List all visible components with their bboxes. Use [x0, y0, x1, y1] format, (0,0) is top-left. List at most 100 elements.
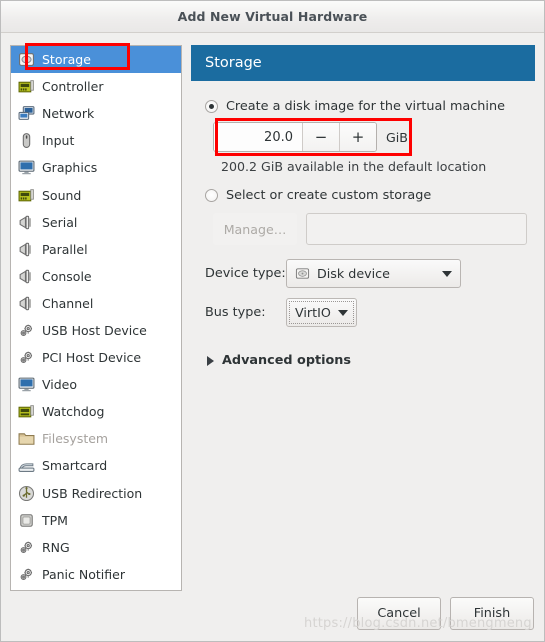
- sidebar-item-pci-host-device[interactable]: PCI Host Device: [11, 344, 181, 371]
- sidebar-item-watchdog[interactable]: Watchdog: [11, 398, 181, 425]
- plug-icon: [18, 241, 35, 258]
- dialog-content: Storage Controller Network Input Graphics Sou…: [1, 33, 544, 641]
- sidebar-item-rng[interactable]: RNG: [11, 534, 181, 561]
- sidebar-item-label: Graphics: [42, 160, 98, 176]
- sidebar-item-network[interactable]: Network: [11, 100, 181, 127]
- advanced-options-label: Advanced options: [222, 353, 352, 368]
- sidebar-item-label: USB Redirection: [42, 485, 143, 501]
- disk-icon: [18, 51, 35, 68]
- panel-header: Storage: [191, 45, 535, 81]
- disk-size-value[interactable]: 20.0: [214, 123, 302, 151]
- sidebar-item-serial[interactable]: Serial: [11, 209, 181, 236]
- finish-button[interactable]: Finish: [450, 597, 534, 630]
- sidebar-item-label: Parallel: [42, 241, 88, 257]
- monitor-icon: [18, 159, 35, 176]
- sidebar-item-label: USB Host Device: [42, 322, 147, 338]
- disk-size-increment-button[interactable]: +: [339, 123, 376, 151]
- usb-icon: [18, 485, 35, 502]
- storage-path-input[interactable]: [306, 213, 527, 245]
- advanced-options-expander[interactable]: Advanced options: [207, 353, 535, 368]
- controller-card-icon: [18, 78, 35, 95]
- radio-create-disk-image-label: Create a disk image for the virtual mach…: [226, 99, 505, 114]
- chevron-right-icon: [207, 355, 214, 366]
- folder-icon: [18, 430, 35, 447]
- plug-icon: [18, 268, 35, 285]
- sidebar-item-label: Filesystem: [42, 431, 109, 447]
- sidebar-item-label: TPM: [42, 512, 68, 528]
- sidebar-item-console[interactable]: Console: [11, 263, 181, 290]
- storage-panel: Storage Create a disk image for the virt…: [191, 45, 535, 368]
- sidebar-item-usb-host-device[interactable]: USB Host Device: [11, 317, 181, 344]
- bus-type-label: Bus type:: [205, 305, 266, 320]
- sidebar-item-tpm[interactable]: TPM: [11, 507, 181, 534]
- radio-custom-storage[interactable]: Select or create custom storage: [205, 188, 535, 203]
- sidebar-item-sound[interactable]: Sound: [11, 181, 181, 208]
- sidebar-item-graphics[interactable]: Graphics: [11, 154, 181, 181]
- available-space-label: 200.2 GiB available in the default locat…: [221, 159, 487, 174]
- chevron-down-icon: [442, 270, 452, 277]
- sidebar-item-video[interactable]: Video: [11, 371, 181, 398]
- panel-body: Create a disk image for the virtual mach…: [191, 81, 535, 368]
- sidebar-item-label: Console: [42, 268, 92, 284]
- monitor-icon: [18, 376, 35, 393]
- sidebar-item-label: Storage: [42, 52, 91, 68]
- bus-type-combobox[interactable]: VirtIO: [286, 298, 357, 327]
- radio-custom-storage-indicator[interactable]: [205, 189, 218, 202]
- network-icon: [18, 105, 35, 122]
- gears-icon: [18, 349, 35, 366]
- window-titlebar: Add New Virtual Hardware: [1, 1, 544, 33]
- sidebar-item-label: Network: [42, 106, 95, 122]
- bus-type-value: VirtIO: [295, 305, 331, 320]
- sidebar-item-input[interactable]: Input: [11, 127, 181, 154]
- device-type-label: Device type:: [205, 266, 286, 281]
- gears-icon: [18, 539, 35, 556]
- custom-storage-row: Manage…: [213, 213, 535, 245]
- gears-icon: [18, 566, 35, 583]
- cancel-button[interactable]: Cancel: [357, 597, 441, 630]
- disk-size-unit-label: GiB: [386, 129, 408, 145]
- plug-icon: [18, 295, 35, 312]
- disk-icon: [295, 266, 310, 281]
- manage-button[interactable]: Manage…: [213, 213, 297, 245]
- disk-size-row: 20.0 − + GiB: [213, 122, 408, 152]
- plug-icon: [18, 214, 35, 231]
- bus-type-row: Bus type: VirtIO: [205, 298, 535, 327]
- sidebar-item-label: Watchdog: [42, 404, 105, 420]
- sidebar-item-storage[interactable]: Storage: [11, 46, 181, 74]
- panel-title: Storage: [205, 55, 262, 71]
- sidebar-item-channel[interactable]: Channel: [11, 290, 181, 317]
- sidebar-item-controller[interactable]: Controller: [11, 73, 181, 100]
- radio-create-disk-image[interactable]: Create a disk image for the virtual mach…: [205, 99, 535, 114]
- sidebar-item-label: Input: [42, 133, 75, 149]
- sidebar-item-smartcard[interactable]: Smartcard: [11, 452, 181, 479]
- radio-create-disk-image-indicator[interactable]: [205, 100, 218, 113]
- sidebar-item-label: Channel: [42, 295, 94, 311]
- sound-card-icon: [18, 187, 35, 204]
- sidebar-item-label: Panic Notifier: [42, 566, 125, 582]
- radio-custom-storage-label: Select or create custom storage: [226, 188, 432, 203]
- sidebar-item-parallel[interactable]: Parallel: [11, 236, 181, 263]
- sidebar-item-label: Controller: [42, 79, 104, 95]
- device-type-combobox[interactable]: Disk device: [286, 259, 461, 288]
- dialog-footer: Cancel Finish: [357, 597, 534, 630]
- sidebar-item-label: RNG: [42, 539, 70, 555]
- gears-icon: [18, 322, 35, 339]
- sidebar-item-label: Sound: [42, 187, 82, 203]
- sidebar-item-usb-redirection[interactable]: USB Redirection: [11, 480, 181, 507]
- sidebar-item-filesystem[interactable]: Filesystem: [11, 425, 181, 452]
- device-type-row: Device type: Disk device: [205, 259, 535, 288]
- sidebar-item-panic-notifier[interactable]: Panic Notifier: [11, 561, 181, 588]
- add-hardware-dialog: Add New Virtual Hardware Storage Controll…: [0, 0, 545, 642]
- sidebar-item-label: Smartcard: [42, 458, 108, 474]
- window-title: Add New Virtual Hardware: [177, 9, 368, 24]
- sidebar-item-label: Video: [42, 377, 78, 393]
- watchdog-card-icon: [18, 403, 35, 420]
- disk-size-spinbox[interactable]: 20.0 − +: [213, 122, 377, 152]
- disk-size-decrement-button[interactable]: −: [302, 123, 339, 151]
- sidebar-item-label: PCI Host Device: [42, 350, 142, 366]
- device-type-value: Disk device: [317, 266, 390, 281]
- hardware-category-list[interactable]: Storage Controller Network Input Graphics Sou…: [10, 45, 182, 591]
- chip-icon: [18, 512, 35, 529]
- chevron-down-icon: [337, 309, 348, 316]
- smartcard-reader-icon: [18, 457, 35, 474]
